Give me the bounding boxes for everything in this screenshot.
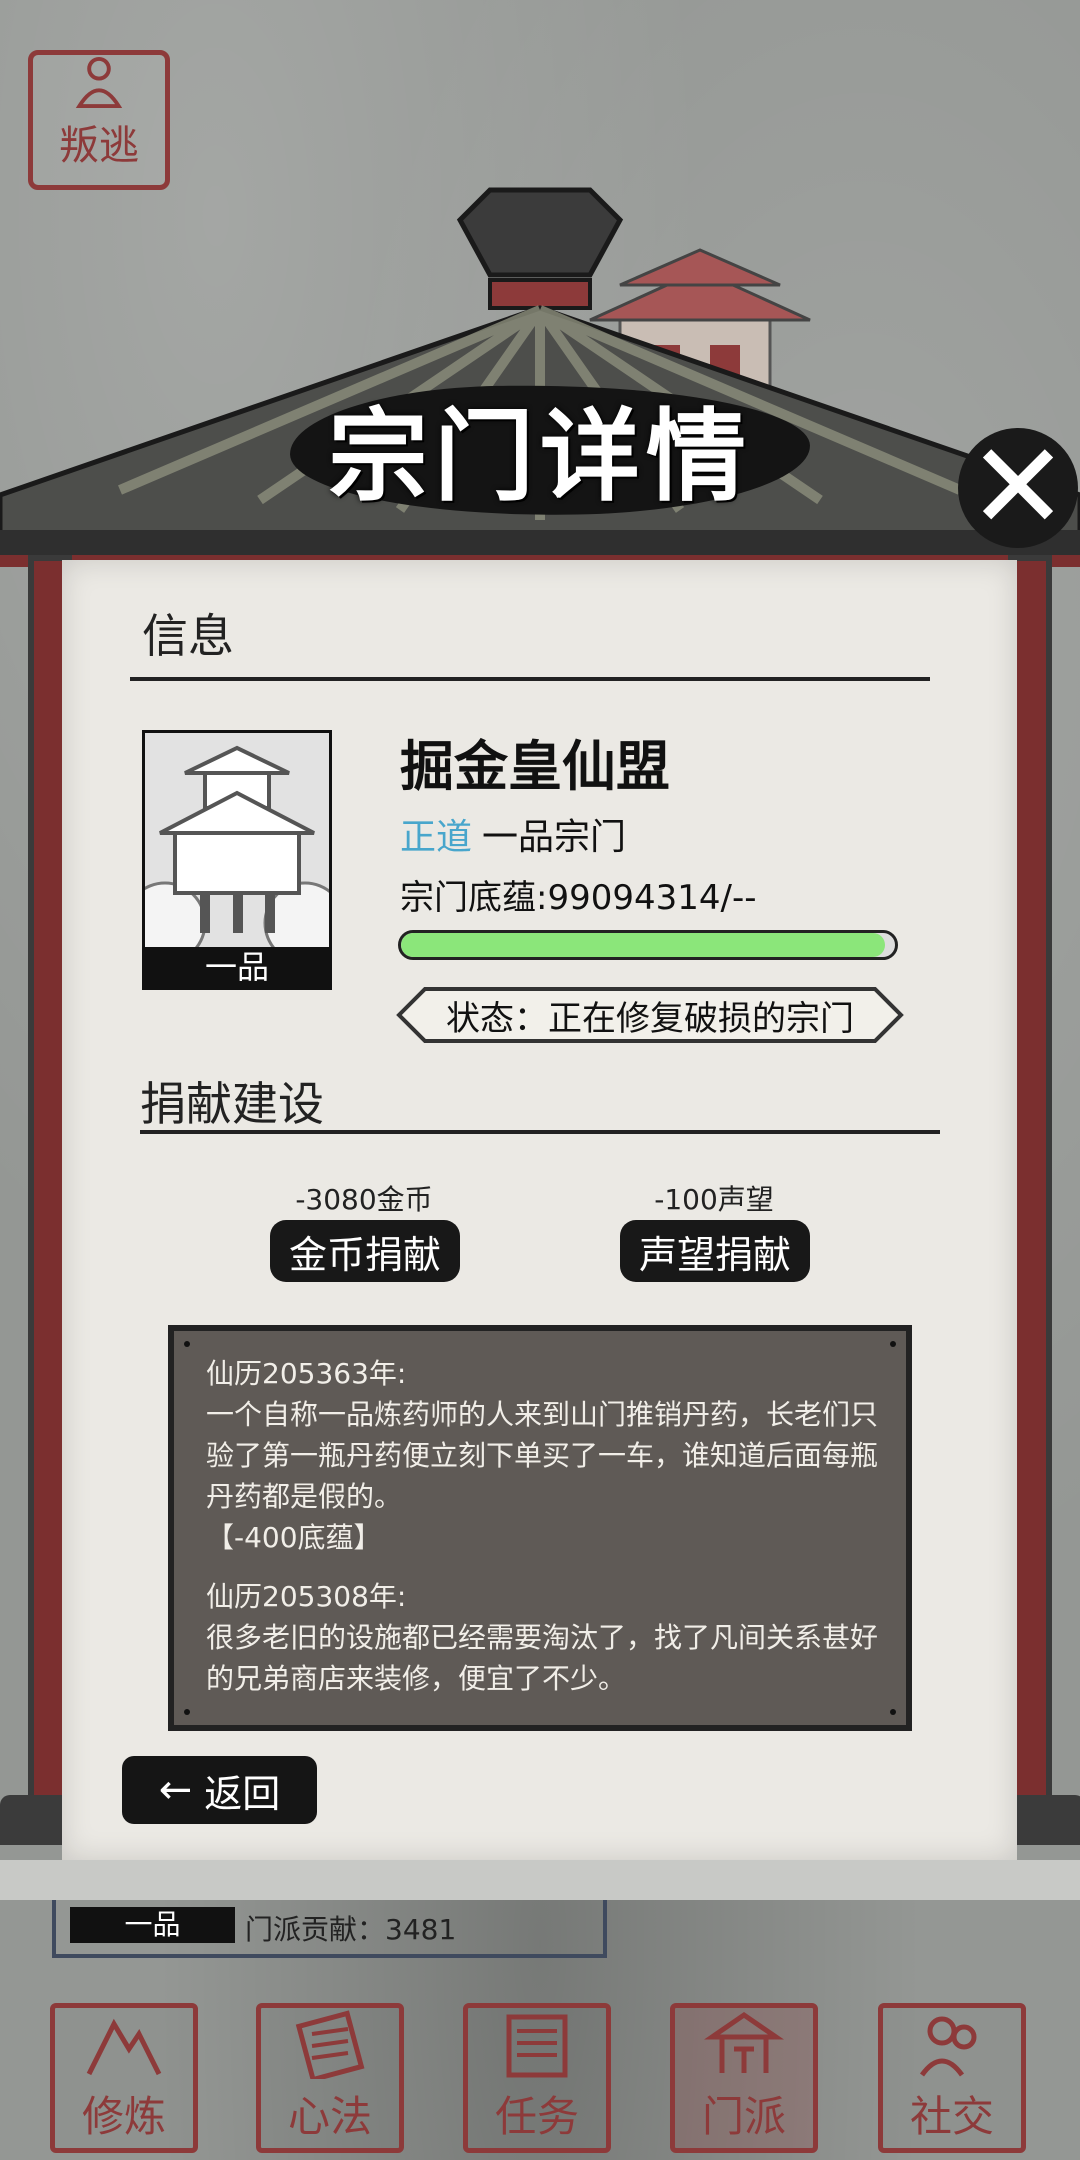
fame-donate-button[interactable]: 声望捐献 [620, 1220, 810, 1282]
scroll-icon [295, 2010, 365, 2079]
sect-name: 掘金皇仙盟 [400, 735, 670, 798]
nav-cultivate[interactable]: 修炼 [50, 2003, 198, 2153]
back-button[interactable]: ← 返回 [122, 1756, 317, 1824]
people-icon [919, 2016, 977, 2077]
info-section-title: 信息 [142, 609, 234, 663]
nav-tasks[interactable]: 任务 [463, 2003, 611, 2153]
nav-social[interactable]: 社交 [878, 2003, 1026, 2153]
corner-rivet [890, 1341, 896, 1347]
sect-contribution: 门派贡献：3481 [245, 1913, 457, 1946]
info-divider [130, 677, 930, 681]
player-rank-chip: 一品 [70, 1907, 235, 1943]
back-label: 返回 [204, 1771, 281, 1816]
donate-section-title: 捐献建设 [140, 1077, 324, 1131]
foundation-progress-fill [401, 933, 886, 957]
log-entry-text: 很多老旧的设施都已经需要淘汰了，找了凡间关系甚好的兄弟商店来装修，便宜了不少。 [206, 1621, 879, 1695]
back-arrow-icon: ← [158, 1767, 193, 1813]
log-entry-year: 仙历205308年: [206, 1580, 407, 1613]
sect-event-log[interactable]: 仙历205363年: 一个自称一品炼药师的人来到山门推销丹药，长老们只验了第一瓶… [168, 1325, 912, 1731]
log-entry: 仙历205308年: 很多老旧的设施都已经需要淘汰了，找了凡间关系甚好的兄弟商店… [206, 1576, 882, 1699]
page-title: 宗门详情 [328, 397, 752, 515]
nav-label: 修炼 [81, 2092, 166, 2141]
donate-divider [140, 1130, 940, 1134]
log-entry-year: 仙历205363年: [206, 1357, 407, 1390]
paper-icon [506, 2014, 568, 2078]
fame-donate-cost: -100声望 [654, 1183, 774, 1216]
sect-alignment-line: 正道 一品宗门 [400, 808, 626, 860]
sect-image-rank: 一品 [145, 947, 329, 987]
pagoda-icon [704, 2011, 784, 2073]
sect-palace-icon [145, 733, 329, 965]
nav-sect[interactable]: 门派 [670, 2003, 818, 2153]
nav-label: 心法 [287, 2092, 372, 2141]
nav-label: 门派 [701, 2092, 786, 2141]
figure-icon [75, 56, 123, 109]
mountain-icon [86, 2018, 162, 2076]
foundation-progress-bar [398, 930, 898, 960]
sect-foundation: 宗门底蕴:99094314/-- [400, 878, 757, 918]
nav-label: 社交 [909, 2092, 994, 2141]
corner-rivet [184, 1341, 190, 1347]
log-entry-effect: 【-400底蕴】 [206, 1521, 382, 1554]
sect-alignment: 正道 [400, 817, 473, 858]
status-tag: 状态：正在修复破损的宗门 [395, 985, 905, 1045]
panel-bottom-board [0, 1860, 1080, 1900]
nav-mindmethod[interactable]: 心法 [256, 2003, 404, 2153]
gold-donate-button[interactable]: 金币捐献 [270, 1220, 460, 1282]
close-icon: ✕ [967, 418, 1069, 557]
sect-image: 一品 [142, 730, 332, 990]
defect-button[interactable]: 叛逃 [28, 50, 170, 190]
gold-donate-cost: -3080金币 [295, 1183, 433, 1216]
nav-label: 任务 [494, 2092, 579, 2141]
corner-rivet [184, 1709, 190, 1715]
status-text: 状态：正在修复破损的宗门 [446, 998, 854, 1039]
close-button[interactable]: ✕ [958, 428, 1078, 548]
log-entry-text: 一个自称一品炼药师的人来到山门推销丹药，长老们只验了第一瓶丹药便立刻下单买了一车… [206, 1398, 879, 1513]
sect-grade: 一品宗门 [482, 817, 627, 858]
corner-rivet [890, 1709, 896, 1715]
defect-label: 叛逃 [59, 123, 139, 169]
log-entry: 仙历205363年: 一个自称一品炼药师的人来到山门推销丹药，长老们只验了第一瓶… [206, 1353, 882, 1558]
